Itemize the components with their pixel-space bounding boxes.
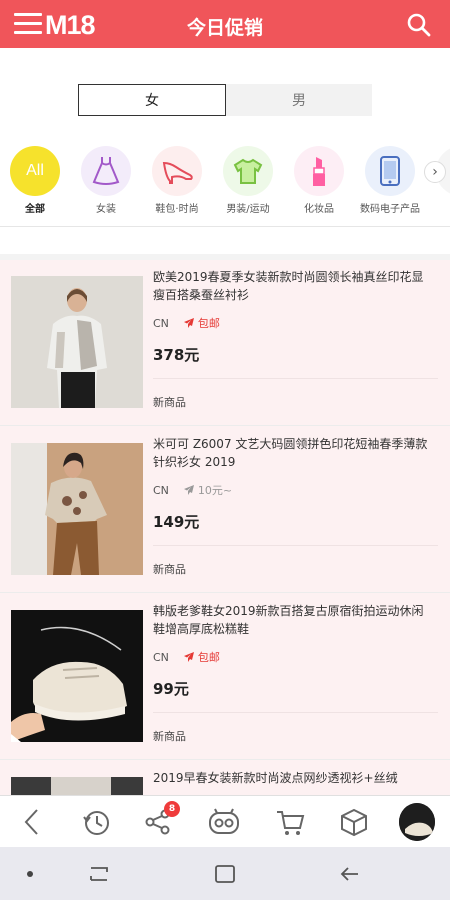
product-title[interactable]: 2019早春女装新款时尚波点网纱透视衫+丝绒 (153, 769, 433, 795)
share-icon[interactable]: 8 (140, 801, 180, 840)
package-icon[interactable] (336, 804, 372, 840)
divider (153, 545, 438, 546)
category-label: 化妆品 (304, 204, 334, 215)
nav-dot-icon[interactable] (27, 871, 33, 877)
system-nav-bar (0, 847, 450, 900)
product-meta: CN 包邮 (153, 649, 220, 665)
product-title[interactable]: 米可可 Z6007 文艺大码圆领拼色印花短袖春季薄款针织衫女 2019 (153, 435, 433, 471)
product-origin: CN (153, 483, 169, 497)
divider (153, 712, 438, 713)
recent-apps-icon[interactable] (90, 867, 108, 881)
category-label: 家 (426, 200, 450, 215)
category-label: 全部 (25, 204, 45, 215)
product-price: 378元 (153, 346, 200, 364)
airplane-icon (183, 318, 194, 328)
product-list: 欧美2019春夏季女装新款时尚圆领长袖真丝印花显瘦百搭桑蚕丝衬衫 CN 包邮 3… (0, 260, 450, 795)
product-status: 新商品 (153, 396, 186, 409)
product-price: 149元 (153, 513, 200, 531)
nav-back-icon[interactable] (340, 867, 358, 881)
category-label: 鞋包·时尚 (155, 204, 199, 215)
app-header: M18 今日促销 (0, 0, 450, 48)
category-shoes-bags[interactable]: 鞋包·时尚 (142, 146, 212, 215)
product-image[interactable] (11, 777, 143, 795)
product-origin: CN (153, 316, 169, 330)
tshirt-icon (223, 146, 273, 196)
shipping-label: 10元~ (197, 484, 233, 497)
tab-female[interactable]: 女 (78, 84, 226, 116)
shipping-label: 包邮 (197, 317, 220, 330)
category-mens-sports[interactable]: 男装/运动 (213, 146, 283, 215)
category-label: 男装/运动 (226, 204, 270, 215)
shipping-info: 10元~ (183, 482, 232, 498)
shipping-label: 包邮 (197, 651, 220, 664)
airplane-icon (183, 485, 194, 495)
product-image[interactable] (11, 443, 143, 575)
lipstick-icon (294, 146, 344, 196)
all-badge-icon: All (10, 146, 60, 196)
product-image[interactable] (11, 276, 143, 408)
history-icon[interactable] (78, 804, 114, 840)
category-row: All 全部 女装 鞋包·时尚 男装/运动 化妆品 数码电子产品 家 › (0, 146, 450, 218)
gender-tabs: 女 男 (78, 84, 372, 116)
product-card[interactable]: 米可可 Z6007 文艺大码圆领拼色印花短袖春季薄款针织衫女 2019 CN 1… (0, 427, 450, 593)
category-all[interactable]: All 全部 (0, 146, 70, 215)
category-womens[interactable]: 女装 (71, 146, 141, 215)
category-label: 数码电子产品 (360, 204, 420, 215)
product-card[interactable]: 欧美2019春夏季女装新款时尚圆领长袖真丝印花显瘦百搭桑蚕丝衬衫 CN 包邮 3… (0, 260, 450, 426)
shipping-info: 包邮 (183, 315, 220, 331)
product-status: 新商品 (153, 563, 186, 576)
product-title[interactable]: 欧美2019春夏季女装新款时尚圆领长袖真丝印花显瘦百搭桑蚕丝衬衫 (153, 268, 433, 304)
dress-icon (81, 146, 131, 196)
high-heel-icon (152, 146, 202, 196)
product-title[interactable]: 韩版老爹鞋女2019新款百搭复古原宿街拍运动休闲鞋增高厚底松糕鞋 (153, 602, 433, 638)
bottom-toolbar: 8 (0, 795, 450, 847)
page-title: 今日促销 (186, 17, 263, 39)
product-price: 99元 (153, 680, 189, 698)
category-digital[interactable]: 数码电子产品 (355, 146, 425, 215)
divider (153, 378, 438, 379)
shipping-info: 包邮 (183, 649, 220, 665)
airplane-icon (183, 652, 194, 662)
category-cosmetics[interactable]: 化妆品 (284, 146, 354, 215)
back-icon[interactable] (14, 804, 50, 840)
category-label: 女装 (96, 204, 116, 215)
product-image[interactable] (11, 610, 143, 742)
home-button-icon[interactable] (215, 865, 235, 883)
chevron-right-icon[interactable]: › (424, 161, 446, 183)
share-badge: 8 (164, 801, 180, 817)
tablet-icon (365, 146, 415, 196)
product-status: 新商品 (153, 730, 186, 743)
tab-male[interactable]: 男 (226, 84, 372, 116)
divider (0, 226, 450, 227)
search-icon[interactable] (406, 12, 432, 38)
cart-icon[interactable] (272, 804, 308, 840)
product-card[interactable]: 2019早春女装新款时尚波点网纱透视衫+丝绒 (0, 761, 450, 795)
product-origin: CN (153, 650, 169, 664)
product-meta: CN 10元~ (153, 482, 232, 498)
avatar[interactable] (399, 803, 435, 841)
user-avatar-icon (399, 803, 435, 841)
product-meta: CN 包邮 (153, 315, 220, 331)
chat-robot-icon[interactable] (206, 804, 242, 840)
product-card[interactable]: 韩版老爹鞋女2019新款百搭复古原宿街拍运动休闲鞋增高厚底松糕鞋 CN 包邮 9… (0, 594, 450, 760)
